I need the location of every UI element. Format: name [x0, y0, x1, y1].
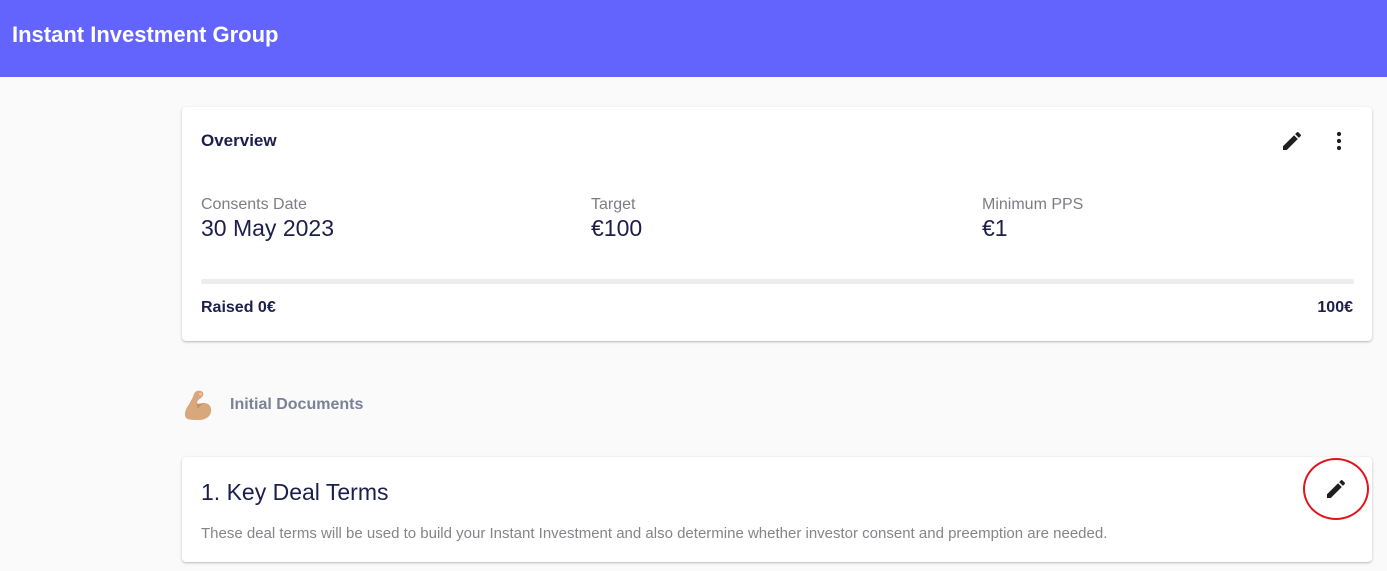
overview-card: Overview Consents Date 30 May 2023 Targe…	[182, 107, 1372, 341]
overview-title: Overview	[201, 131, 277, 150]
section-label: Initial Documents	[230, 396, 364, 413]
flexed-biceps-icon	[184, 390, 212, 420]
stat-minimum-pps: Minimum PPS €1	[982, 196, 1083, 242]
pencil-icon	[1327, 479, 1346, 498]
stat-value: 30 May 2023	[201, 215, 334, 241]
key-deal-terms-card[interactable]: 1. Key Deal Terms These deal terms will …	[182, 457, 1372, 562]
raised-progress-bar	[201, 279, 1354, 284]
section-initial-documents: Initial Documents	[182, 388, 363, 422]
stat-consents-date: Consents Date 30 May 2023	[201, 196, 334, 242]
deal-terms-title: 1. Key Deal Terms	[201, 479, 389, 505]
stat-value: €1	[982, 215, 1008, 241]
stat-label: Target	[591, 196, 636, 213]
pencil-icon	[1283, 131, 1302, 150]
app-bar: Instant Investment Group	[0, 0, 1387, 77]
stat-target: Target €100	[591, 196, 642, 242]
app-title: Instant Investment Group	[12, 22, 279, 47]
stat-label: Consents Date	[201, 196, 307, 213]
deal-terms-description: These deal terms will be used to build y…	[201, 525, 1108, 542]
more-options-button[interactable]	[1323, 125, 1355, 157]
stat-label: Minimum PPS	[982, 196, 1084, 213]
edit-deal-terms-button[interactable]	[1303, 458, 1369, 520]
more-vert-icon	[1336, 131, 1342, 151]
stat-value: €100	[591, 215, 643, 241]
raised-target: 100€	[1317, 299, 1353, 316]
raised-amount: Raised 0€	[201, 299, 276, 316]
edit-overview-button[interactable]	[1276, 125, 1308, 157]
